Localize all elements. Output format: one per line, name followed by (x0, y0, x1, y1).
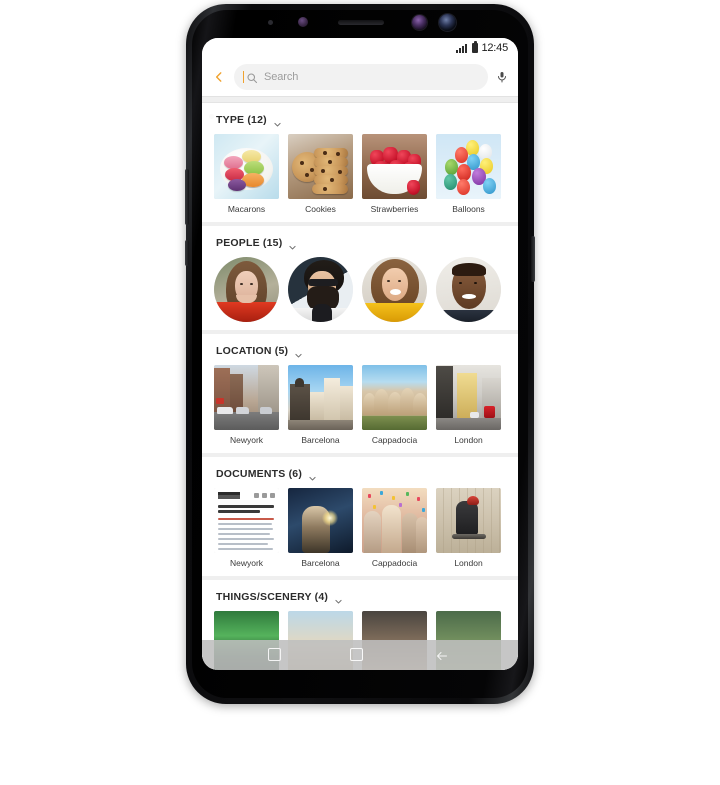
result-tile[interactable]: Strawberries (362, 134, 427, 214)
tile-row: Macarons Cookies Strawberries Balloons (202, 134, 518, 214)
tile-row: Newyork Barcelona Cappadocia London (202, 488, 518, 568)
section-title: PEOPLE (15) (216, 237, 283, 249)
thumbnail-skateboarder[interactable] (436, 488, 501, 553)
result-tile[interactable]: London (436, 488, 501, 568)
tile-label: Barcelona (301, 558, 340, 568)
result-tile[interactable]: London (436, 365, 501, 445)
avatar-man-smiling[interactable] (436, 257, 501, 322)
section-title: DOCUMENTS (6) (216, 468, 303, 480)
person-tile[interactable] (214, 257, 279, 322)
section-header-things-scenery[interactable]: THINGS/SCENERY (4) (202, 591, 518, 611)
tile-label: Cappadocia (371, 558, 418, 568)
chevron-down-icon[interactable] (308, 470, 317, 480)
search-placeholder: Search (264, 71, 299, 83)
thumbnail-strawberries[interactable] (362, 134, 427, 199)
earpiece-speaker (338, 20, 384, 25)
tile-label: Strawberries (370, 204, 419, 214)
search-results-list[interactable]: TYPE (12) Macarons Cookies Strawberries … (202, 103, 518, 670)
thumbnail-barcelona[interactable] (288, 365, 353, 430)
thumbnail-london[interactable] (436, 365, 501, 430)
section-header-people[interactable]: PEOPLE (15) (202, 237, 518, 257)
home-icon[interactable] (350, 648, 363, 661)
battery-icon (472, 41, 479, 53)
avatar-man-beard[interactable] (288, 257, 353, 322)
status-bar: 12:45 (202, 38, 518, 58)
text-caret (243, 71, 244, 83)
tile-label: Newyork (229, 558, 264, 568)
proximity-sensor-icon (268, 20, 273, 25)
bixby-button[interactable] (185, 240, 189, 266)
section-header-location[interactable]: LOCATION (5) (202, 345, 518, 365)
search-input[interactable]: Search (234, 64, 488, 90)
result-tile[interactable]: Cookies (288, 134, 353, 214)
status-time: 12:45 (481, 42, 508, 54)
recents-icon[interactable] (268, 648, 281, 661)
thumbnail-sparkler[interactable] (288, 488, 353, 553)
iris-scanner-icon (412, 15, 427, 30)
result-tile[interactable]: Barcelona (288, 488, 353, 568)
thumbnail-newyork[interactable] (214, 365, 279, 430)
signal-bars-icon (456, 43, 468, 53)
section-header-documents[interactable]: DOCUMENTS (6) (202, 468, 518, 488)
tile-label: Balloons (452, 204, 485, 214)
section-documents: DOCUMENTS (6) Newyork Barcelona Cappadoc… (202, 457, 518, 580)
avatar-row (202, 257, 518, 322)
result-tile[interactable]: Cappadocia (362, 488, 427, 568)
result-tile[interactable]: Cappadocia (362, 365, 427, 445)
thumbnail-balloons[interactable] (436, 134, 501, 199)
thumbnail-cookies[interactable] (288, 134, 353, 199)
person-tile[interactable] (436, 257, 501, 322)
section-people: PEOPLE (15) (202, 226, 518, 334)
result-tile[interactable]: Barcelona (288, 365, 353, 445)
phone-device-frame: 12:45 Search TYPE (12) Macarons Cookies … (185, 4, 535, 704)
search-bar: Search (202, 58, 518, 96)
chevron-down-icon[interactable] (334, 593, 343, 603)
tile-label: Barcelona (301, 435, 340, 445)
section-title: THINGS/SCENERY (4) (216, 591, 329, 603)
section-header-type[interactable]: TYPE (12) (202, 114, 518, 134)
back-chevron-icon[interactable] (212, 70, 226, 84)
result-tile[interactable]: Newyork (214, 365, 279, 445)
tile-label: London (454, 558, 483, 568)
result-tile[interactable]: Macarons (214, 134, 279, 214)
tile-label: London (454, 435, 483, 445)
section-title: LOCATION (5) (216, 345, 289, 357)
avatar-woman-red[interactable] (214, 257, 279, 322)
section-location: LOCATION (5) Newyork Barcelona Cappadoci… (202, 334, 518, 457)
tile-row: Newyork Barcelona Cappadocia London (202, 365, 518, 445)
thumbnail-document-page[interactable] (214, 488, 279, 553)
navigation-bar (202, 640, 518, 670)
back-icon[interactable] (434, 649, 450, 661)
mic-icon[interactable] (496, 69, 508, 85)
result-tile[interactable]: Balloons (436, 134, 501, 214)
avatar-woman-yellow[interactable] (362, 257, 427, 322)
front-camera-icon (439, 14, 456, 31)
search-icon (246, 71, 258, 84)
tile-label: Cappadocia (371, 435, 418, 445)
section-title: TYPE (12) (216, 114, 267, 126)
section-divider (202, 96, 518, 103)
volume-button[interactable] (185, 169, 189, 225)
chevron-down-icon[interactable] (294, 347, 303, 357)
person-tile[interactable] (362, 257, 427, 322)
tile-label: Cookies (305, 204, 336, 214)
thumbnail-macarons[interactable] (214, 134, 279, 199)
chevron-down-icon[interactable] (273, 116, 282, 126)
phone-screen: 12:45 Search TYPE (12) Macarons Cookies … (202, 38, 518, 670)
scroll-indicator (209, 114, 214, 119)
sensor-row (186, 4, 534, 38)
tile-label: Macarons (227, 204, 266, 214)
iris-led-icon (298, 17, 308, 27)
thumbnail-cappadocia[interactable] (362, 365, 427, 430)
person-tile[interactable] (288, 257, 353, 322)
result-tile[interactable]: Newyork (214, 488, 279, 568)
tile-label: Newyork (229, 435, 264, 445)
section-type: TYPE (12) Macarons Cookies Strawberries … (202, 103, 518, 226)
power-button[interactable] (531, 236, 535, 282)
chevron-down-icon[interactable] (288, 239, 297, 249)
thumbnail-party[interactable] (362, 488, 427, 553)
